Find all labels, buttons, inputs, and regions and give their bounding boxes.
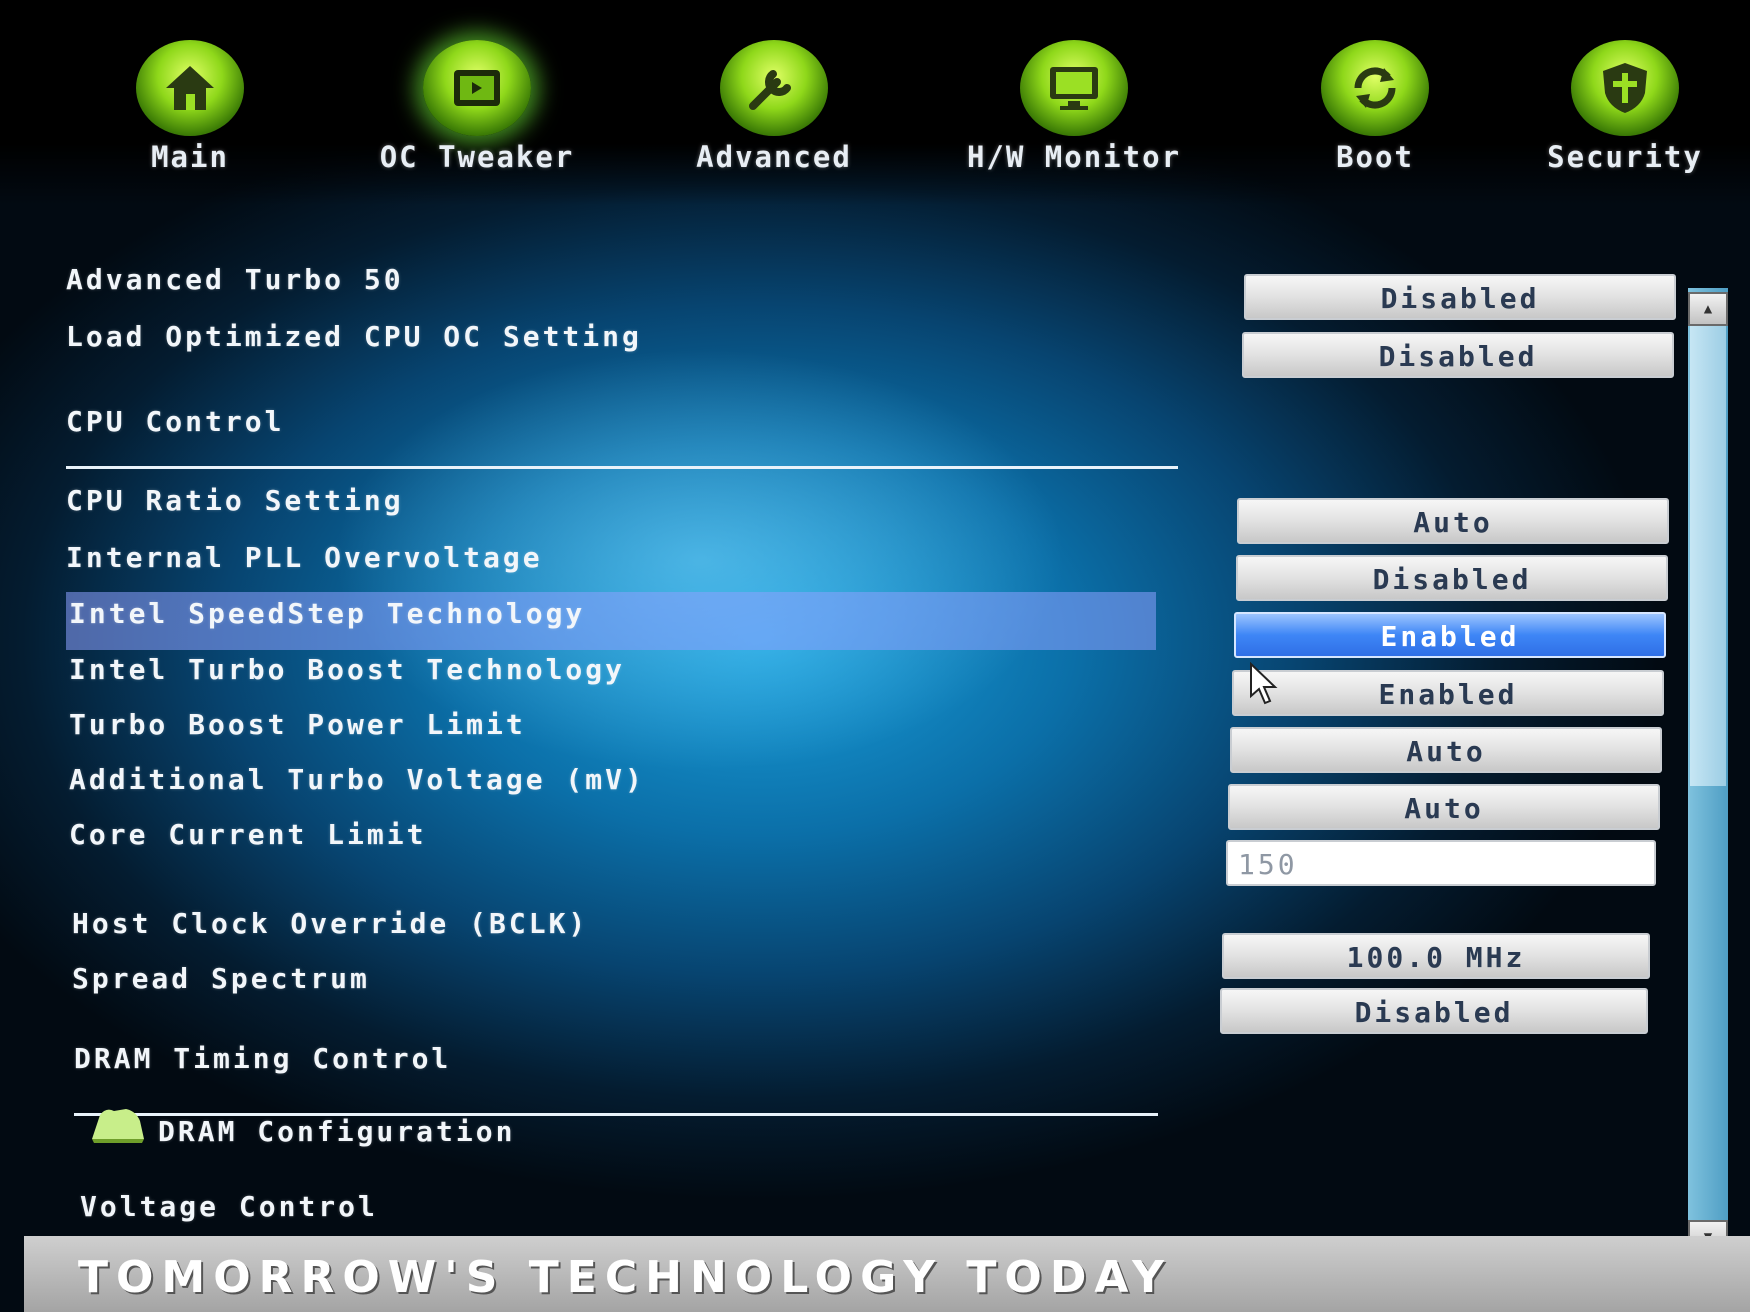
- setting-advanced-turbo[interactable]: Advanced Turbo 50: [66, 263, 404, 296]
- setting-spread-spectrum[interactable]: Spread Spectrum: [72, 962, 370, 995]
- value-host-clock[interactable]: 100.0 MHz: [1222, 933, 1650, 979]
- submenu-dram-configuration[interactable]: DRAM Configuration: [158, 1115, 515, 1148]
- value-turbo-power-limit[interactable]: Auto: [1230, 727, 1662, 773]
- top-navigation: Main OC Tweaker Advanced H/W Monitor Boo: [0, 0, 1750, 205]
- value-turbo-voltage[interactable]: Auto: [1228, 784, 1660, 830]
- tab-label: Advanced: [696, 140, 852, 174]
- setting-load-optimized[interactable]: Load Optimized CPU OC Setting: [66, 320, 642, 353]
- tab-label: Main: [151, 140, 229, 174]
- value-pll-overvoltage[interactable]: Disabled: [1236, 555, 1668, 601]
- wrench-icon: [720, 40, 828, 136]
- value-load-optimized[interactable]: Disabled: [1242, 332, 1674, 378]
- setting-pll-overvoltage[interactable]: Internal PLL Overvoltage: [66, 541, 543, 574]
- mouse-cursor-icon: [1248, 661, 1280, 706]
- tab-label: Security: [1547, 140, 1703, 174]
- setting-host-clock[interactable]: Host Clock Override (BCLK): [72, 907, 588, 940]
- tab-label: H/W Monitor: [966, 140, 1182, 174]
- monitor-icon: [1020, 40, 1128, 136]
- scrollbar[interactable]: ▲ ▼: [1688, 288, 1728, 1258]
- value-cpu-ratio[interactable]: Auto: [1237, 498, 1669, 544]
- tab-boot[interactable]: Boot: [1245, 40, 1505, 174]
- shield-icon: [1571, 40, 1679, 136]
- section-dram-timing: DRAM Timing Control: [74, 1042, 452, 1075]
- home-icon: [136, 40, 244, 136]
- setting-speedstep[interactable]: Intel SpeedStep Technology: [69, 597, 585, 630]
- bios-screen: Main OC Tweaker Advanced H/W Monitor Boo: [0, 0, 1750, 1312]
- tab-label: OC Tweaker: [379, 140, 575, 174]
- footer-slogan: TOMORROW'S TECHNOLOGY TODAY: [78, 1252, 1173, 1303]
- value-advanced-turbo[interactable]: Disabled: [1244, 274, 1676, 320]
- tab-hw-monitor[interactable]: H/W Monitor: [944, 40, 1204, 174]
- value-speedstep[interactable]: Enabled: [1234, 612, 1666, 658]
- value-spread-spectrum[interactable]: Disabled: [1220, 988, 1648, 1034]
- tab-label: Boot: [1336, 140, 1414, 174]
- setting-turbo-power-limit[interactable]: Turbo Boost Power Limit: [69, 708, 526, 741]
- setting-turbo-boost[interactable]: Intel Turbo Boost Technology: [69, 653, 625, 686]
- setting-turbo-voltage[interactable]: Additional Turbo Voltage (mV): [69, 763, 645, 796]
- oc-tweaker-icon: [423, 40, 531, 136]
- tab-advanced[interactable]: Advanced: [644, 40, 904, 174]
- value-core-current-limit[interactable]: 150: [1226, 840, 1656, 886]
- section-divider: [66, 466, 1178, 469]
- refresh-icon: [1321, 40, 1429, 136]
- section-cpu-control: CPU Control: [66, 405, 285, 438]
- scroll-up-arrow-icon[interactable]: ▲: [1688, 292, 1728, 326]
- tab-main[interactable]: Main: [60, 40, 320, 174]
- dram-config-icon: [86, 1105, 148, 1145]
- setting-cpu-ratio[interactable]: CPU Ratio Setting: [66, 484, 404, 517]
- tab-oc-tweaker[interactable]: OC Tweaker: [347, 40, 607, 174]
- footer-banner: TOMORROW'S TECHNOLOGY TODAY: [24, 1236, 1750, 1312]
- setting-core-current-limit[interactable]: Core Current Limit: [69, 818, 426, 851]
- tab-security[interactable]: Security: [1495, 40, 1750, 174]
- scrollbar-thumb[interactable]: [1690, 326, 1726, 786]
- section-voltage-control[interactable]: Voltage Control: [80, 1190, 378, 1223]
- value-turbo-boost[interactable]: Enabled: [1232, 670, 1664, 716]
